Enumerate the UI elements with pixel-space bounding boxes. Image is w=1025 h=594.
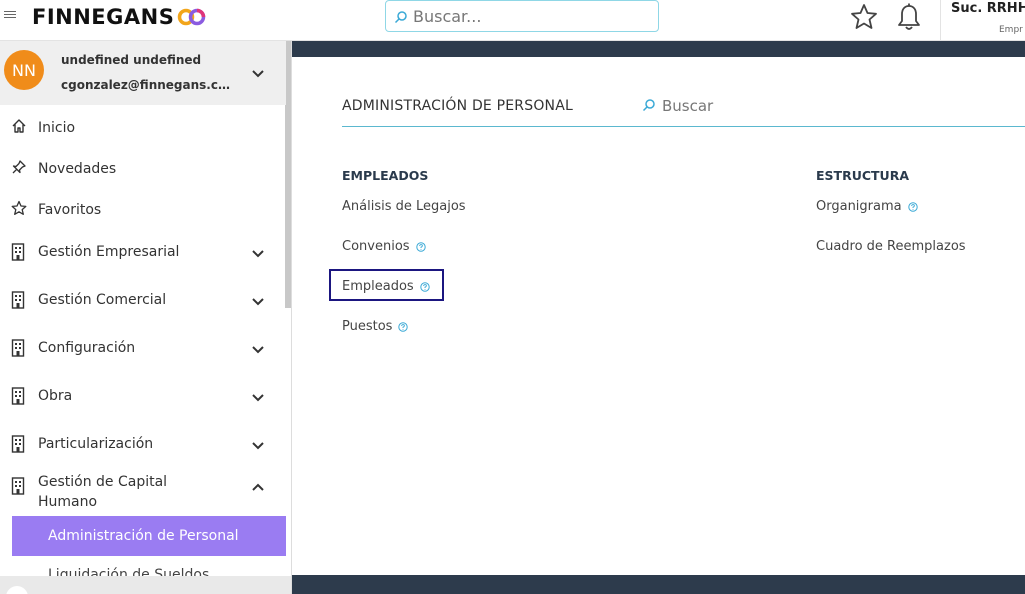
link-analisis-legajos[interactable]: Análisis de Legajos xyxy=(342,199,466,214)
building-icon xyxy=(11,477,25,495)
column-heading-estructura: ESTRUCTURA xyxy=(816,168,909,183)
sidebar: NN undefined undefined cgonzalez@finnega… xyxy=(0,41,292,594)
global-search-box[interactable] xyxy=(385,0,659,32)
link-label: Organigrama xyxy=(816,199,902,214)
sidebar-item-favoritos[interactable]: Favoritos xyxy=(0,200,286,220)
home-icon xyxy=(12,119,26,133)
link-label: Cuadro de Reemplazos xyxy=(816,239,966,254)
sidebar-item-label: Novedades xyxy=(38,161,117,177)
footer-avatar-circle[interactable] xyxy=(6,586,28,594)
sidebar-item-gestion-capital-humano[interactable]: Gestión de Capital Humano xyxy=(0,472,286,514)
sidebar-item-label: Gestión Empresarial xyxy=(38,244,180,260)
global-search-input[interactable] xyxy=(413,5,653,27)
search-icon xyxy=(394,11,407,24)
link-puestos[interactable]: Puestos xyxy=(342,319,409,334)
building-icon xyxy=(11,243,25,261)
branch-name[interactable]: Suc. RRHH xyxy=(951,1,1025,16)
sidebar-subitem-administracion-personal[interactable]: Administración de Personal xyxy=(12,516,286,556)
user-name: undefined undefined xyxy=(61,53,202,67)
app-logo[interactable]: FINNEGANS xyxy=(32,5,174,29)
building-icon xyxy=(11,387,25,405)
sidebar-item-label: Gestión Comercial xyxy=(38,292,167,308)
star-icon xyxy=(11,200,27,215)
notifications-bell-icon[interactable] xyxy=(895,2,923,32)
help-icon[interactable] xyxy=(907,201,918,212)
section-search-box[interactable] xyxy=(640,95,1025,121)
sidebar-item-label: Obra xyxy=(38,388,73,404)
section-search-input[interactable] xyxy=(662,95,962,117)
sidebar-footer xyxy=(0,576,291,594)
sidebar-item-inicio[interactable]: Inicio xyxy=(0,118,286,138)
link-cuadro-reemplazos[interactable]: Cuadro de Reemplazos xyxy=(816,239,966,254)
sidebar-item-label: Favoritos xyxy=(38,202,102,218)
link-convenios[interactable]: Convenios xyxy=(342,239,426,254)
link-label: Convenios xyxy=(342,239,410,254)
chevron-down-icon xyxy=(252,394,264,402)
company-name: Empr xyxy=(999,25,1023,35)
sidebar-item-particularizacion[interactable]: Particularización xyxy=(0,434,286,458)
main-bottom-band xyxy=(292,575,1025,594)
sidebar-item-label: Inicio xyxy=(38,120,76,136)
sidebar-item-configuracion[interactable]: Configuración xyxy=(0,338,286,362)
sidebar-item-novedades[interactable]: Novedades xyxy=(0,159,286,179)
help-icon[interactable] xyxy=(415,241,426,252)
sidebar-subitem-label: Administración de Personal xyxy=(48,528,239,544)
chevron-down-icon xyxy=(252,298,264,306)
search-underline xyxy=(342,126,1025,127)
building-icon xyxy=(11,291,25,309)
main-top-band xyxy=(292,41,1025,57)
favorites-star-icon[interactable] xyxy=(849,2,879,32)
finnegans-logo-icon xyxy=(177,8,206,26)
help-icon[interactable] xyxy=(419,281,430,292)
building-icon xyxy=(11,435,25,453)
chevron-down-icon xyxy=(252,442,264,450)
search-icon xyxy=(642,99,655,112)
sidebar-item-gestion-empresarial[interactable]: Gestión Empresarial xyxy=(0,242,286,266)
chevron-down-icon xyxy=(252,250,264,258)
link-organigrama[interactable]: Organigrama xyxy=(816,199,918,214)
chevron-down-icon xyxy=(252,346,264,354)
sidebar-item-gestion-comercial[interactable]: Gestión Comercial xyxy=(0,290,286,314)
sidebar-item-label: Gestión de Capital xyxy=(38,474,168,490)
user-email: cgonzalez@finnegans.co... xyxy=(61,78,233,92)
link-empleados[interactable]: Empleados xyxy=(342,279,430,294)
building-icon xyxy=(11,339,25,357)
link-label: Análisis de Legajos xyxy=(342,199,466,214)
user-card[interactable]: NN undefined undefined cgonzalez@finnega… xyxy=(0,41,286,105)
link-label: Empleados xyxy=(342,279,414,294)
sidebar-item-label: Humano xyxy=(38,494,98,510)
help-icon[interactable] xyxy=(398,321,409,332)
top-bar: FINNEGANS Suc. RRHH Empr xyxy=(0,0,1025,41)
sidebar-item-obra[interactable]: Obra xyxy=(0,386,286,410)
hamburger-menu-icon[interactable] xyxy=(4,9,16,21)
chevron-up-icon xyxy=(252,483,264,491)
chevron-down-icon[interactable] xyxy=(251,69,265,79)
link-label: Puestos xyxy=(342,319,393,334)
column-heading-empleados: EMPLEADOS xyxy=(342,168,429,183)
main-content: ADMINISTRACIÓN DE PERSONAL EMPLEADOS Aná… xyxy=(292,41,1025,594)
sidebar-item-label: Configuración xyxy=(38,340,136,356)
header-divider xyxy=(940,0,941,41)
avatar: NN xyxy=(4,50,44,90)
sidebar-item-label: Particularización xyxy=(38,436,154,452)
pin-icon xyxy=(12,160,26,174)
page-title: ADMINISTRACIÓN DE PERSONAL xyxy=(342,98,573,114)
